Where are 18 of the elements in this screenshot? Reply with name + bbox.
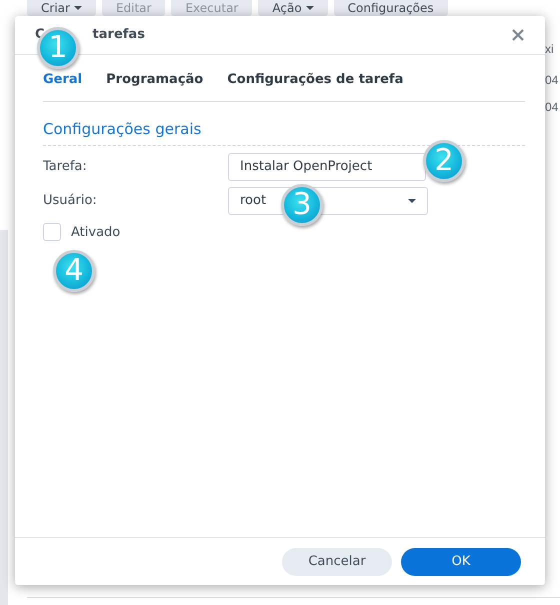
checkbox-label: Ativado [71, 224, 120, 242]
tab[interactable]: Programação [106, 69, 204, 91]
tab[interactable]: Configurações de tarefa [227, 69, 404, 91]
tab[interactable]: Geral [43, 69, 82, 91]
close-button[interactable] [511, 28, 525, 42]
toolbar-button[interactable]: Configurações [334, 0, 448, 16]
dialog-title: tarefas [92, 26, 145, 44]
table-cell-text: 04 [545, 72, 560, 89]
checkbox[interactable] [43, 223, 61, 242]
cancel-button[interactable]: Cancelar [282, 548, 392, 576]
text-field[interactable]: Instalar OpenProject [228, 152, 426, 180]
column-header: xi [545, 41, 555, 58]
ok-button[interactable]: OK [401, 548, 521, 576]
toolbar-button[interactable]: Criar [27, 0, 96, 16]
table-cell-text: 04 [545, 99, 560, 116]
field-label: Usuário: [43, 192, 98, 210]
toolbar-button[interactable]: Ação [258, 0, 328, 16]
field-label: Tarefa: [43, 158, 88, 176]
